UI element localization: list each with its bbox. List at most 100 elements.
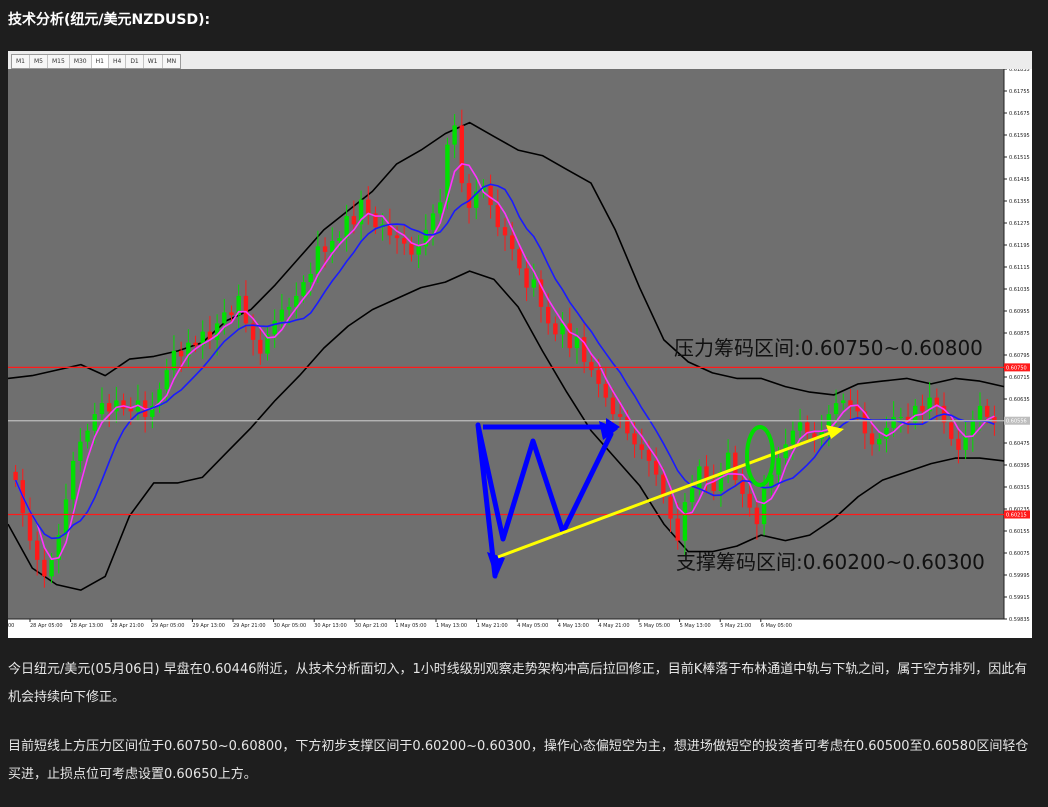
- x-tick-label: 1 May 21:00: [477, 623, 508, 629]
- candle-body: [754, 507, 760, 525]
- y-tick-label: 0.61675: [1009, 111, 1030, 117]
- candle-body: [27, 513, 33, 541]
- candle-body: [689, 488, 695, 503]
- y-tick-label: 0.60395: [1009, 463, 1030, 469]
- candle-body: [315, 246, 321, 274]
- candle-body: [610, 397, 616, 415]
- candle-body: [85, 430, 90, 442]
- candle-body: [574, 337, 580, 349]
- y-tick-label: 0.60795: [1009, 353, 1030, 359]
- candle-body: [394, 235, 400, 239]
- candle-body: [977, 405, 983, 420]
- candle-body: [531, 279, 536, 288]
- candle-body: [545, 306, 551, 324]
- timeframe-tab-mn[interactable]: MN: [163, 55, 181, 68]
- candle-body: [106, 403, 112, 412]
- candle-body: [603, 383, 608, 398]
- candle-body: [13, 471, 18, 481]
- timeframe-tab-m15[interactable]: M15: [48, 55, 70, 68]
- timeframe-tab-h4[interactable]: H4: [109, 55, 127, 68]
- candle-body: [877, 438, 882, 445]
- candle-body: [841, 400, 846, 404]
- candle-body: [682, 502, 688, 541]
- y-tick-label: 0.59995: [1009, 573, 1030, 579]
- y-tick-label: 0.59915: [1009, 595, 1030, 601]
- timeframe-tabs: M1 M5 M15 M30 H1 H4 D1 W1 MN: [11, 54, 182, 69]
- x-tick-label: 29 Apr 13:00: [192, 623, 225, 629]
- price-tag-label: 0.60215: [1006, 513, 1027, 519]
- candle-body: [596, 370, 601, 384]
- price-chart-panel: M1 M5 M15 M30 H1 H4 D1 W1 MN 0.61835 0.61755 0.616…: [8, 51, 1032, 638]
- x-tick-label: 00: [8, 623, 14, 629]
- y-tick-label: 0.60715: [1009, 375, 1030, 381]
- y-tick-label: 0.61835: [1009, 69, 1030, 73]
- candle-body: [985, 405, 990, 417]
- y-tick-label: 0.60315: [1009, 485, 1030, 491]
- candle-body: [898, 416, 904, 418]
- candle-body: [502, 227, 508, 236]
- candle-body: [286, 306, 292, 310]
- candle-body: [121, 400, 126, 409]
- candle-body: [776, 458, 781, 475]
- candle-body: [466, 183, 472, 208]
- candle-body: [308, 273, 313, 283]
- article-title: 技术分析(纽元/美元NZDUSD):: [8, 12, 211, 28]
- y-tick-label: 0.61755: [1009, 89, 1030, 95]
- y-tick-label: 0.61115: [1009, 265, 1030, 271]
- y-tick-label: 0.61355: [1009, 199, 1030, 205]
- candle-body: [214, 323, 220, 340]
- candle-body: [337, 238, 342, 241]
- timeframe-tab-m5[interactable]: M5: [30, 55, 48, 68]
- candle-body: [229, 312, 234, 316]
- candle-body: [761, 488, 767, 525]
- x-tick-label: 5 May 21:00: [720, 623, 751, 629]
- candle-body: [63, 499, 69, 536]
- candle-body: [49, 559, 54, 577]
- candle-body: [495, 205, 501, 228]
- candle-body: [797, 422, 803, 431]
- candle-body: [646, 449, 652, 461]
- candle-body: [92, 414, 97, 431]
- candlestick-chart: 0.61835 0.61755 0.61675 0.61595 0.61515 0.614…: [8, 69, 1032, 638]
- x-tick-label: 5 May 13:00: [680, 623, 711, 629]
- candle-body: [913, 405, 918, 423]
- candle-body: [697, 466, 702, 489]
- candle-body: [589, 361, 594, 371]
- candle-body: [301, 282, 306, 296]
- x-tick-label: 30 Apr 13:00: [314, 623, 347, 629]
- y-tick-label: 0.60955: [1009, 309, 1030, 315]
- candle-body: [193, 342, 198, 346]
- candle-body: [279, 309, 285, 321]
- y-tick-label: 0.61435: [1009, 177, 1030, 183]
- timeframe-tab-w1[interactable]: W1: [144, 55, 163, 68]
- candle-body: [963, 436, 968, 450]
- candle-body: [452, 125, 457, 145]
- timeframe-toolbar: M1 M5 M15 M30 H1 H4 D1 W1 MN: [8, 51, 1032, 69]
- candle-body: [617, 414, 623, 417]
- candle-body: [430, 213, 436, 230]
- y-tick-label: 0.61195: [1009, 243, 1030, 249]
- candle-body: [553, 323, 558, 335]
- price-tag-label: 0.60556: [1006, 419, 1027, 425]
- candle-body: [99, 403, 105, 415]
- candle-body: [524, 268, 529, 288]
- x-tick-label: 30 Apr 21:00: [355, 623, 388, 629]
- x-tick-label: 4 May 13:00: [558, 623, 589, 629]
- candle-body: [949, 422, 954, 439]
- analysis-paragraph-2: 目前短线上方压力区间位于0.60750~0.60800，下方初步支撑区间于0.6…: [8, 739, 1029, 782]
- candle-body: [258, 339, 263, 354]
- candle-body: [869, 433, 875, 445]
- x-tick-label: 6 May 05:00: [761, 623, 792, 629]
- candle-body: [668, 496, 673, 519]
- x-tick-label: 28 Apr 05:00: [30, 623, 63, 629]
- timeframe-tab-m1[interactable]: M1: [12, 55, 30, 68]
- candle-body: [653, 460, 659, 475]
- timeframe-tab-h1[interactable]: H1: [91, 55, 109, 68]
- y-tick-label: 0.60475: [1009, 441, 1030, 447]
- candle-body: [243, 295, 249, 324]
- timeframe-tab-d1[interactable]: D1: [126, 55, 144, 68]
- timeframe-tab-m30[interactable]: M30: [70, 55, 92, 68]
- candle-body: [128, 408, 133, 412]
- candle-body: [790, 430, 796, 445]
- candle-body: [956, 438, 961, 450]
